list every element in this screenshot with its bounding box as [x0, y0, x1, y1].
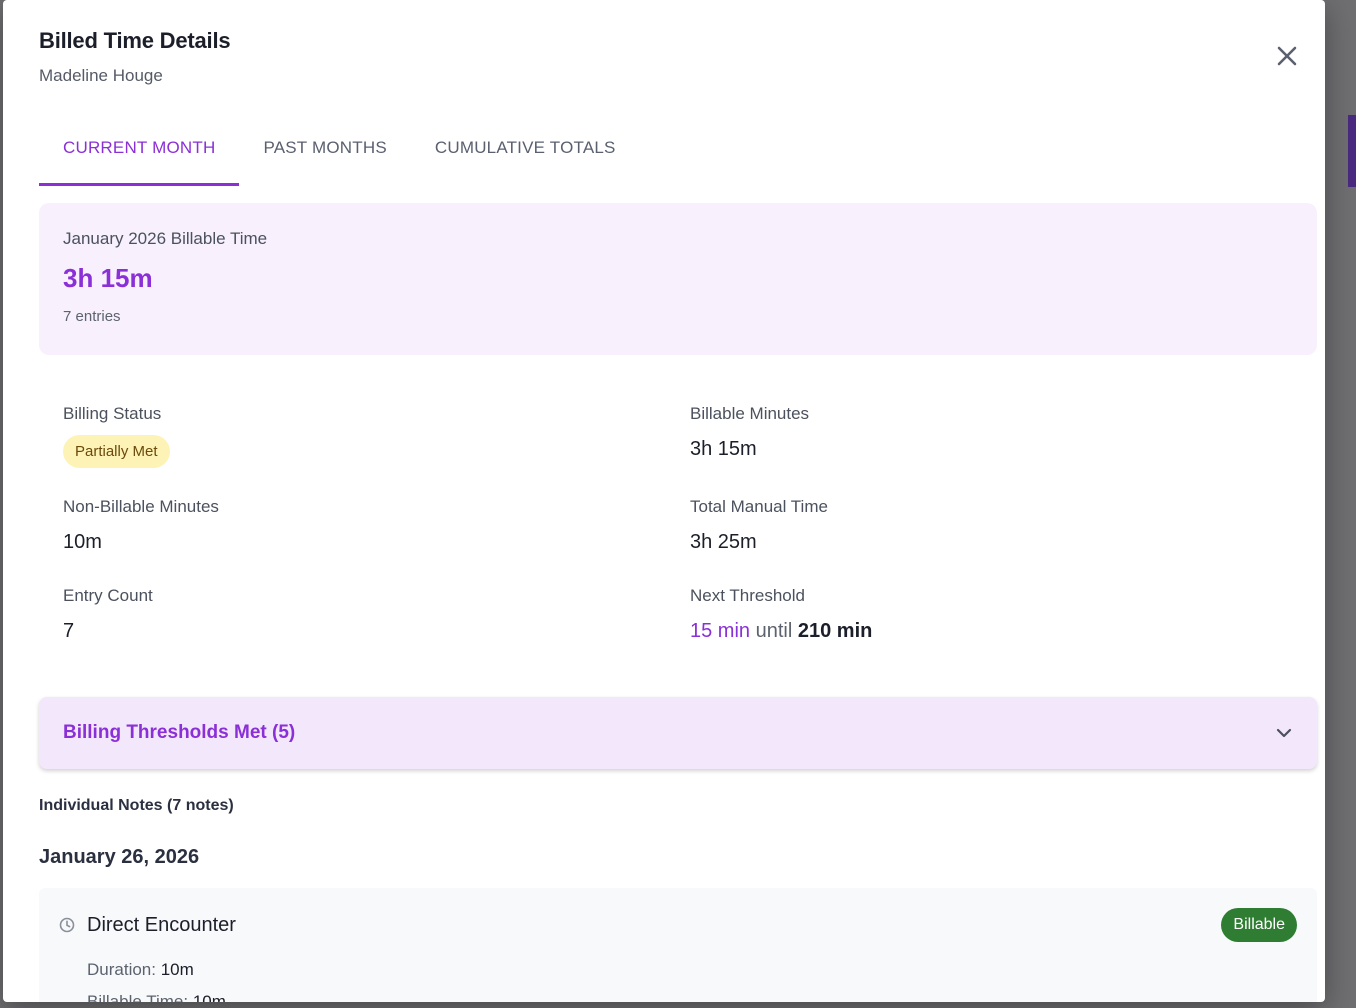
- threshold-remaining: 15 min: [690, 620, 751, 642]
- dialog-header: Billed Time Details Madeline Houge: [39, 28, 231, 86]
- stat-non-billable-minutes: Non-Billable Minutes 10m: [63, 497, 219, 554]
- tab-bar: CURRENT MONTH PAST MONTHS CUMULATIVE TOT…: [39, 118, 640, 186]
- dialog-title: Billed Time Details: [39, 28, 231, 53]
- stat-label: Billing Status: [63, 404, 162, 423]
- tab-past-months[interactable]: PAST MONTHS: [239, 118, 410, 186]
- billable-time-label: Billable Time:: [87, 992, 189, 1002]
- next-threshold-value: 15 min until 210 min: [690, 620, 872, 643]
- threshold-target: 210 min: [797, 620, 873, 642]
- stat-label: Billable Minutes: [690, 404, 810, 423]
- dialog-subtitle: Madeline Houge: [39, 66, 163, 85]
- clock-icon: [59, 917, 75, 933]
- note-title-group: Direct Encounter: [59, 914, 236, 937]
- status-badge: Partially Met: [63, 435, 170, 468]
- summary-entry-count: 7 entries: [63, 308, 121, 325]
- chevron-down-icon: [1276, 728, 1292, 738]
- stat-label: Entry Count: [63, 586, 153, 605]
- tab-cumulative-totals[interactable]: CUMULATIVE TOTALS: [411, 118, 640, 186]
- note-duration: Duration: 10m: [87, 960, 1297, 980]
- duration-value: 10m: [160, 960, 194, 979]
- stat-value: 10m: [63, 531, 102, 553]
- close-button[interactable]: [1269, 38, 1305, 74]
- backdrop-stripe: [1348, 115, 1356, 187]
- close-icon: [1277, 46, 1297, 66]
- stat-label: Total Manual Time: [690, 497, 828, 516]
- summary-label: January 2026 Billable Time: [63, 229, 268, 248]
- stat-label: Next Threshold: [690, 586, 805, 605]
- stat-value: 3h 25m: [690, 531, 757, 553]
- threshold-until: until: [755, 620, 793, 642]
- notes-date-heading: January 26, 2026: [39, 846, 200, 868]
- monthly-summary-card: January 2026 Billable Time 3h 15m 7 entr…: [39, 203, 1317, 355]
- note-billable-time: Billable Time: 10m: [87, 992, 1297, 1002]
- billable-time-value: 10m: [192, 992, 226, 1002]
- stat-entry-count: Entry Count 7: [63, 586, 153, 643]
- stat-value: 7: [63, 620, 75, 642]
- note-header: Direct Encounter Billable: [59, 908, 1297, 942]
- stat-label: Non-Billable Minutes: [63, 497, 219, 516]
- note-card: Direct Encounter Billable Duration: 10m …: [39, 888, 1317, 1002]
- billed-time-dialog: Billed Time Details Madeline Houge CURRE…: [3, 0, 1325, 1002]
- stat-total-manual-time: Total Manual Time 3h 25m: [690, 497, 828, 554]
- billing-thresholds-accordion[interactable]: Billing Thresholds Met (5): [39, 697, 1317, 769]
- accordion-title: Billing Thresholds Met (5): [63, 722, 296, 743]
- notes-heading: Individual Notes (7 notes): [39, 797, 234, 814]
- duration-label: Duration:: [87, 960, 156, 979]
- note-title: Direct Encounter: [87, 913, 236, 936]
- stat-billing-status: Billing Status Partially Met: [63, 404, 170, 468]
- tab-current-month[interactable]: CURRENT MONTH: [39, 118, 240, 186]
- summary-value: 3h 15m: [63, 263, 153, 293]
- stat-billable-minutes: Billable Minutes 3h 15m: [690, 404, 809, 461]
- billable-badge: Billable: [1221, 908, 1297, 942]
- stat-next-threshold: Next Threshold 15 min until 210 min: [690, 586, 872, 643]
- stat-value: 3h 15m: [690, 438, 757, 460]
